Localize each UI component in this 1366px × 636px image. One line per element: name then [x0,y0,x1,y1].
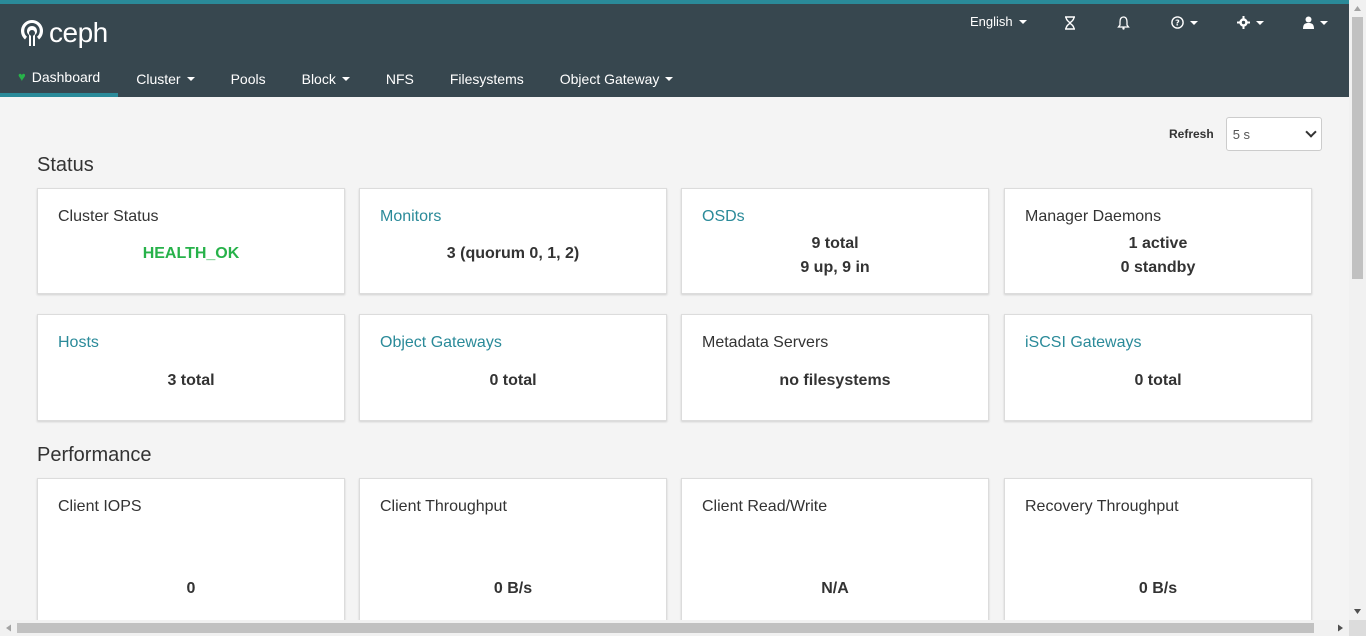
nav-filesystems[interactable]: Filesystems [432,60,542,97]
user-icon [1303,16,1314,29]
nav-block[interactable]: Block [284,60,368,97]
horizontal-scrollbar[interactable] [0,620,1349,636]
card-value: 3 total [167,372,215,389]
card-manager-daemons: Manager Daemons 1 active 0 standby [1004,188,1312,294]
card-cluster-status: Cluster Status HEALTH_OK [37,188,345,294]
bell-icon[interactable] [1117,16,1130,30]
card-value: 0 B/s [493,580,533,597]
help-dropdown[interactable]: ? [1171,16,1198,29]
nav-nfs[interactable]: NFS [368,60,432,97]
card-osds: OSDs 9 total 9 up, 9 in [681,188,989,294]
scroll-left-arrow-icon[interactable] [0,620,17,636]
vertical-scrollbar[interactable] [1349,0,1366,620]
card-value: 0 standby [1120,259,1196,276]
hourglass-icon[interactable] [1064,16,1076,30]
performance-section-title: Performance [37,444,152,466]
card-iscsi-gateways: iSCSI Gateways 0 total [1004,314,1312,421]
nav-label: Cluster [136,70,181,87]
vertical-scrollbar-thumb[interactable] [1352,17,1363,279]
top-navbar: ceph English ? ♥ Dashboard Cluster Pools [0,0,1349,97]
card-title: Client Read/Write [702,498,828,515]
status-section-title: Status [37,154,94,176]
main-nav: ♥ Dashboard Cluster Pools Block NFS File… [0,60,691,97]
nav-label: Object Gateway [559,70,660,87]
card-value: 0 [186,580,196,597]
nav-label: NFS [385,70,414,87]
nav-cluster[interactable]: Cluster [118,60,212,97]
hosts-link[interactable]: Hosts [58,334,99,352]
card-title: Manager Daemons [1025,208,1162,225]
card-title: Cluster Status [58,208,159,225]
card-recovery-throughput: Recovery Throughput 0 B/s [1004,478,1312,628]
nav-pools[interactable]: Pools [213,60,284,97]
chevron-down-icon [1018,19,1027,24]
object-gateways-link[interactable]: Object Gateways [380,334,502,352]
card-hosts: Hosts 3 total [37,314,345,421]
language-label: English [970,14,1013,29]
chevron-down-icon [186,76,195,81]
scroll-right-arrow-icon[interactable] [1332,620,1349,636]
scroll-up-arrow-icon[interactable] [1349,0,1366,17]
refresh-label: Refresh [1169,127,1214,141]
chevron-down-icon [1190,20,1198,25]
card-client-throughput: Client Throughput 0 B/s [359,478,667,628]
svg-text:?: ? [1175,19,1180,28]
nav-object-gateway[interactable]: Object Gateway [542,60,692,97]
chevron-down-icon [1305,126,1317,138]
nav-label: Pools [230,70,266,87]
card-client-read-write: Client Read/Write N/A [681,478,989,628]
brand-name: ceph [49,17,108,48]
nav-label: Dashboard [31,68,101,85]
refresh-interval-value: 5 s [1232,126,1251,142]
card-value: no filesystems [779,372,891,389]
nav-label: Filesystems [449,70,524,87]
gear-icon [1237,16,1250,29]
nav-label: Block [301,70,336,87]
card-value: 0 total [489,372,537,389]
card-client-iops: Client IOPS 0 [37,478,345,628]
card-title: Metadata Servers [702,334,829,351]
language-dropdown[interactable]: English [970,14,1027,29]
card-title: Recovery Throughput [1025,498,1179,515]
card-metadata-servers: Metadata Servers no filesystems [681,314,989,421]
card-value: 9 up, 9 in [800,259,870,276]
chevron-down-icon [1320,20,1328,25]
monitors-link[interactable]: Monitors [380,208,441,226]
chevron-down-icon [341,76,350,81]
osds-link[interactable]: OSDs [702,208,745,226]
card-title: Client Throughput [380,498,507,515]
iscsi-gateways-link[interactable]: iSCSI Gateways [1025,334,1141,352]
card-value: 0 B/s [1138,580,1178,597]
scroll-down-arrow-icon[interactable] [1349,603,1366,620]
card-object-gateways: Object Gateways 0 total [359,314,667,421]
card-title: Client IOPS [58,498,142,515]
card-value: 9 total [811,235,859,252]
card-value: N/A [821,580,849,597]
help-icon: ? [1171,16,1184,29]
horizontal-scrollbar-thumb[interactable] [17,623,1314,633]
refresh-interval-select[interactable]: 5 s [1225,117,1322,151]
card-value: 1 active [1128,235,1188,252]
scrollbar-corner [1349,620,1366,636]
ceph-logo[interactable]: ceph [19,17,108,49]
health-status-value: HEALTH_OK [142,245,240,262]
card-value: 0 total [1134,372,1182,389]
refresh-control: Refresh 5 s [1169,117,1322,151]
card-value: 3 (quorum 0, 1, 2) [446,245,580,262]
chevron-down-icon [1256,20,1264,25]
card-monitors: Monitors 3 (quorum 0, 1, 2) [359,188,667,294]
settings-dropdown[interactable] [1237,16,1264,29]
chevron-down-icon [665,76,674,81]
user-dropdown[interactable] [1303,16,1328,29]
nav-dashboard[interactable]: ♥ Dashboard [0,60,119,97]
ceph-logo-icon [20,19,44,46]
heartbeat-icon: ♥ [18,69,26,84]
